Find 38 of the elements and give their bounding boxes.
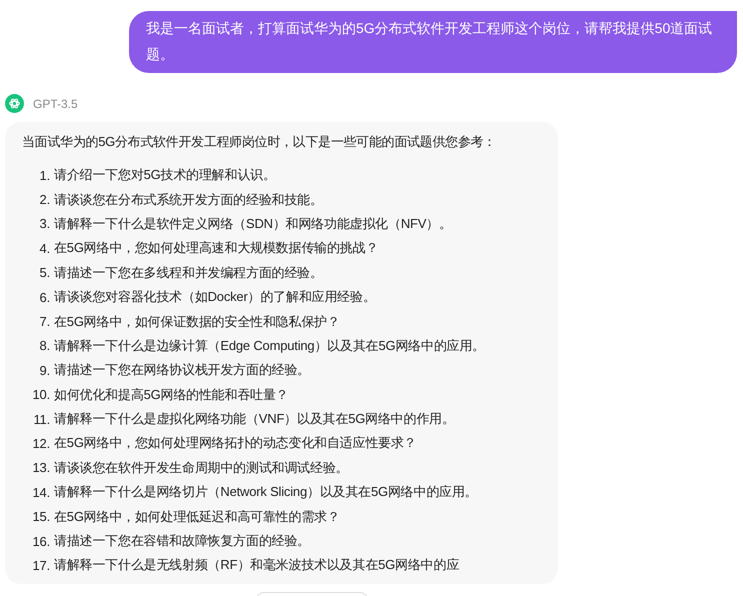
list-number: 14. <box>32 484 51 500</box>
list-number: 6. <box>38 290 51 305</box>
list-item: 请解释一下什么是无线射频（RF）和毫米波技术以及其在5G网络中的应 <box>54 556 460 574</box>
list-item: 如何优化和提高5G网络的性能和吞吐量？ <box>54 386 289 404</box>
intro-text: 当面试华为的5G分布式软件开发工程师岗位时，以下是一些可能的面试题供您参考： <box>22 133 497 151</box>
list-item: 请描述一下您在网络协议栈开发方面的经验。 <box>54 361 310 380</box>
list-number: 10. <box>32 387 51 402</box>
list-number: 5. <box>38 265 51 280</box>
list-item: 请描述一下您在容错和故障恢复方面的经验。 <box>54 532 310 550</box>
list-item: 在5G网络中，您如何处理高速和大规模数据传输的挑战？ <box>54 239 378 258</box>
list-number: 15. <box>32 509 51 524</box>
list-item: 在5G网络中，如何处理低延迟和高可靠性的需求？ <box>54 508 340 526</box>
list-number: 7. <box>38 314 51 330</box>
list-item: 请解释一下什么是边缘计算（Edge Computing）以及其在5G网络中的应用。 <box>54 336 485 355</box>
list-item: 在5G网络中，您如何处理网络拓扑的动态变化和自适应性要求？ <box>54 434 417 452</box>
user-message: 我是一名面试者，打算面试华为的5G分布式软件开发工程师这个岗位，请帮我提供50道面试题。 <box>129 11 737 73</box>
list-item: 请解释一下什么是软件定义网络（SDN）和网络功能虚拟化（NFV）。 <box>54 214 452 233</box>
list-number: 16. <box>32 534 51 549</box>
list-number: 9. <box>38 362 51 378</box>
list-item: 请介绍一下您对5G技术的理解和认识。 <box>54 166 276 184</box>
list-number: 8. <box>38 338 51 354</box>
list-item: 请描述一下您在多线程和并发编程方面的经验。 <box>54 264 323 282</box>
list-number: 4. <box>38 240 51 256</box>
list-item: 请解释一下什么是网络切片（Network Slicing）以及其在5G网络中的应用。 <box>54 483 478 502</box>
list-number: 2. <box>38 192 51 208</box>
list-item: 请解释一下什么是虚拟化网络功能（VNF）以及其在5G网络中的作用。 <box>54 410 455 428</box>
list-number: 11. <box>32 412 51 427</box>
list-item: 请谈谈您在分布式系统开发方面的经验和技能。 <box>54 190 323 209</box>
model-name: GPT-3.5 <box>33 96 78 110</box>
list-item: 请谈谈您在软件开发生命周期中的测试和调试经验。 <box>54 458 348 477</box>
list-number: 1. <box>38 168 51 183</box>
list-item: 请谈谈您对容器化技术（如Docker）的了解和应用经验。 <box>54 288 376 306</box>
assistant-logo-icon <box>5 94 24 113</box>
list-item: 在5G网络中，如何保证数据的安全性和隐私保护？ <box>54 312 340 331</box>
list-number: 13. <box>32 460 51 476</box>
list-number: 12. <box>32 436 51 451</box>
list-number: 17. <box>32 558 51 573</box>
list-number: 3. <box>38 216 51 232</box>
